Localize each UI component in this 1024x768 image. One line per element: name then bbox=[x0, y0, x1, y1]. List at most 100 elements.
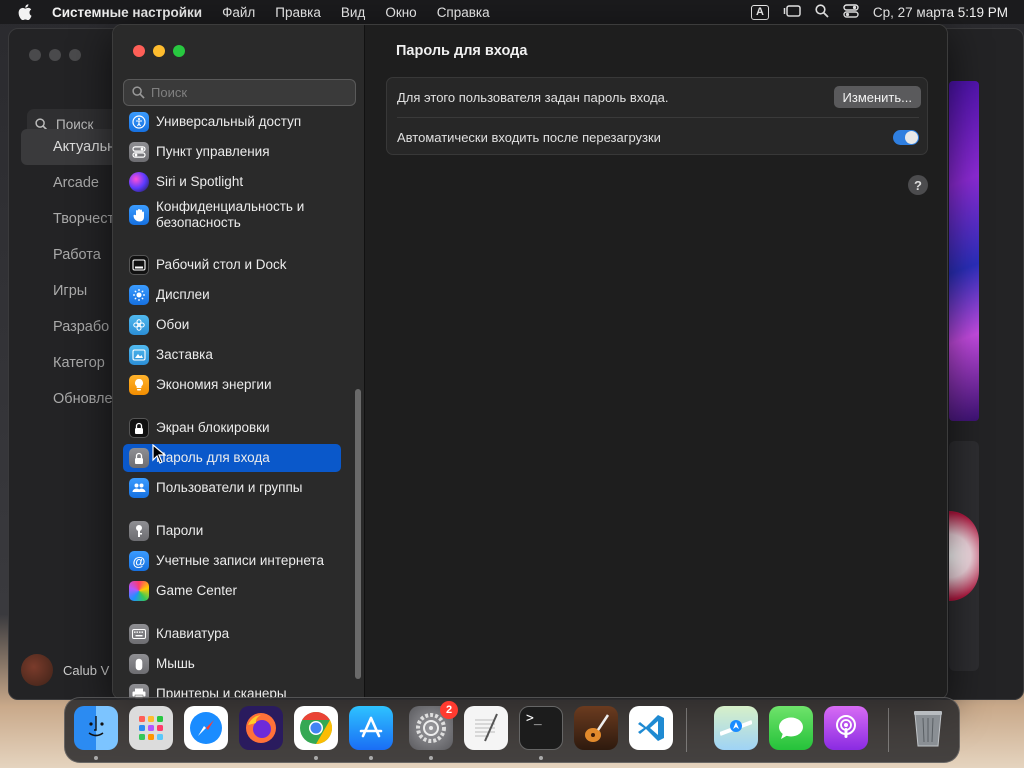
internet-accounts-at-icon: @ bbox=[129, 551, 149, 571]
appstore-nav-item[interactable]: Разрабо bbox=[21, 309, 109, 345]
appstore-nav-item[interactable]: Игры bbox=[21, 273, 87, 309]
sidebar-item-label: Пользователи и группы bbox=[156, 480, 303, 495]
autologin-toggle[interactable] bbox=[893, 129, 919, 145]
sidebar-item-label: Siri и Spotlight bbox=[156, 174, 244, 189]
settings-content-pane: Пароль для входа Для этого пользователя … bbox=[366, 25, 947, 699]
sidebar-item-accessibility[interactable]: Универсальный доступ bbox=[123, 111, 341, 136]
window-controls-inactive bbox=[29, 49, 81, 61]
sidebar-item-screensaver[interactable]: Заставка bbox=[123, 341, 341, 369]
dock-safari-icon[interactable] bbox=[184, 706, 228, 750]
menu-help[interactable]: Справка bbox=[437, 5, 490, 20]
running-indicator bbox=[429, 756, 433, 760]
wallpaper-flower-icon bbox=[129, 315, 149, 335]
minimize-window-button[interactable] bbox=[153, 45, 165, 57]
settings-search-field[interactable] bbox=[123, 79, 356, 106]
running-indicator bbox=[369, 756, 373, 760]
dock-app-store-icon[interactable] bbox=[349, 706, 393, 750]
spotlight-search-icon[interactable] bbox=[815, 3, 829, 21]
sidebar-scrollbar[interactable] bbox=[355, 389, 361, 679]
running-indicator bbox=[314, 756, 318, 760]
sidebar-item-label: Пароли bbox=[156, 523, 204, 538]
mouse-icon bbox=[129, 654, 149, 674]
appstore-nav-item[interactable]: Творчест bbox=[21, 201, 114, 237]
help-button[interactable]: ? bbox=[908, 175, 928, 195]
sidebar-item-users-groups[interactable]: Пользователи и группы bbox=[123, 474, 341, 502]
sidebar-item-internet-accounts[interactable]: @ Учетные записи интернета bbox=[123, 547, 341, 575]
sidebar-item-label: Пункт управления bbox=[156, 144, 270, 159]
appstore-nav-item[interactable]: Arcade bbox=[21, 165, 99, 201]
search-icon bbox=[132, 86, 145, 99]
sidebar-item-label: Клавиатура bbox=[156, 626, 230, 641]
notification-badge: 2 bbox=[440, 701, 458, 719]
close-window-button[interactable] bbox=[133, 45, 145, 57]
dock-textedit-icon[interactable] bbox=[464, 706, 508, 750]
stage-manager-icon[interactable] bbox=[783, 4, 801, 21]
system-settings-window: Универсальный доступ Пункт управления Si… bbox=[112, 24, 948, 700]
sidebar-item-label: Экран блокировки bbox=[156, 420, 270, 435]
window-controls bbox=[133, 45, 185, 57]
login-password-lock-icon bbox=[129, 448, 149, 468]
appstore-nav-item[interactable]: Обновле bbox=[21, 381, 113, 417]
dock-terminal-icon[interactable]: >_ bbox=[519, 706, 563, 750]
dock-vscode-icon[interactable] bbox=[629, 706, 673, 750]
sidebar-item-label: Game Center bbox=[156, 583, 238, 598]
appstore-account[interactable]: Calub V bbox=[21, 654, 109, 686]
sidebar-item-passwords[interactable]: Пароли bbox=[123, 517, 341, 545]
sidebar-item-keyboard[interactable]: Клавиатура bbox=[123, 620, 341, 648]
sidebar-item-desktop-dock[interactable]: Рабочий стол и Dock bbox=[123, 251, 341, 279]
settings-search-input[interactable] bbox=[151, 85, 341, 100]
dock-launchpad-icon[interactable] bbox=[129, 706, 173, 750]
appstore-nav-item[interactable]: Работа bbox=[21, 237, 101, 273]
sidebar-item-privacy-security[interactable]: Конфиденциальность и безопасность bbox=[123, 195, 341, 235]
sidebar-item-label: Обои bbox=[156, 317, 190, 332]
sidebar-item-siri-spotlight[interactable]: Siri и Spotlight bbox=[123, 168, 341, 196]
menu-file[interactable]: Файл bbox=[222, 5, 255, 20]
sidebar-item-game-center[interactable]: Game Center bbox=[123, 577, 341, 605]
siri-icon bbox=[129, 172, 149, 192]
sidebar-item-lock-screen[interactable]: Экран блокировки bbox=[123, 414, 341, 442]
sidebar-item-label: Универсальный доступ bbox=[156, 114, 302, 129]
apple-menu-icon[interactable] bbox=[18, 4, 34, 20]
dock-firefox-icon[interactable] bbox=[239, 706, 283, 750]
settings-sidebar: Универсальный доступ Пункт управления Si… bbox=[113, 25, 365, 699]
dock-separator bbox=[888, 708, 889, 752]
sidebar-item-energy-saver[interactable]: Экономия энергии bbox=[123, 371, 341, 399]
dock-messages-icon[interactable] bbox=[769, 706, 813, 750]
menu-window[interactable]: Окно bbox=[385, 5, 416, 20]
featured-artwork[interactable] bbox=[949, 81, 979, 421]
sidebar-item-label: Конфиденциальность и безопасность bbox=[156, 199, 305, 230]
dock-garageband-icon[interactable] bbox=[574, 706, 618, 750]
accessibility-icon bbox=[129, 112, 149, 132]
control-center-icon[interactable] bbox=[843, 3, 859, 21]
running-indicator bbox=[539, 756, 543, 760]
desktop-dock-icon bbox=[129, 255, 149, 275]
change-password-button[interactable]: Изменить... bbox=[833, 86, 921, 108]
keyboard-icon bbox=[129, 624, 149, 644]
sidebar-item-mouse[interactable]: Мышь bbox=[123, 650, 341, 678]
appstore-nav-item[interactable]: Категор bbox=[21, 345, 105, 381]
featured-card[interactable] bbox=[949, 441, 979, 671]
menubar-clock[interactable]: Ср, 27 марта 5:19 PM bbox=[873, 5, 1008, 20]
dock-chrome-icon[interactable] bbox=[294, 706, 338, 750]
running-indicator bbox=[94, 756, 98, 760]
sidebar-item-displays[interactable]: Дисплеи bbox=[123, 281, 341, 309]
page-title: Пароль для входа bbox=[396, 43, 528, 59]
sidebar-item-label: Мышь bbox=[156, 656, 195, 671]
menu-app-name[interactable]: Системные настройки bbox=[52, 5, 202, 20]
sidebar-item-wallpaper[interactable]: Обои bbox=[123, 311, 341, 339]
menu-edit[interactable]: Правка bbox=[275, 5, 321, 20]
zoom-window-button[interactable] bbox=[173, 45, 185, 57]
dock-trash-icon[interactable] bbox=[906, 706, 950, 750]
menu-view[interactable]: Вид bbox=[341, 5, 365, 20]
avatar bbox=[21, 654, 53, 686]
dock: 2 >_ bbox=[64, 697, 960, 763]
dock-finder-icon[interactable] bbox=[74, 706, 118, 750]
lock-screen-icon bbox=[129, 418, 149, 438]
sidebar-item-label: Рабочий стол и Dock bbox=[156, 257, 287, 272]
dock-system-settings-icon[interactable]: 2 bbox=[409, 701, 458, 750]
dock-podcasts-icon[interactable] bbox=[824, 706, 868, 750]
input-source-icon[interactable]: A bbox=[750, 4, 769, 20]
dock-maps-icon[interactable] bbox=[714, 706, 758, 750]
sidebar-item-label: Заставка bbox=[156, 347, 213, 362]
sidebar-item-control-center[interactable]: Пункт управления bbox=[123, 138, 341, 166]
